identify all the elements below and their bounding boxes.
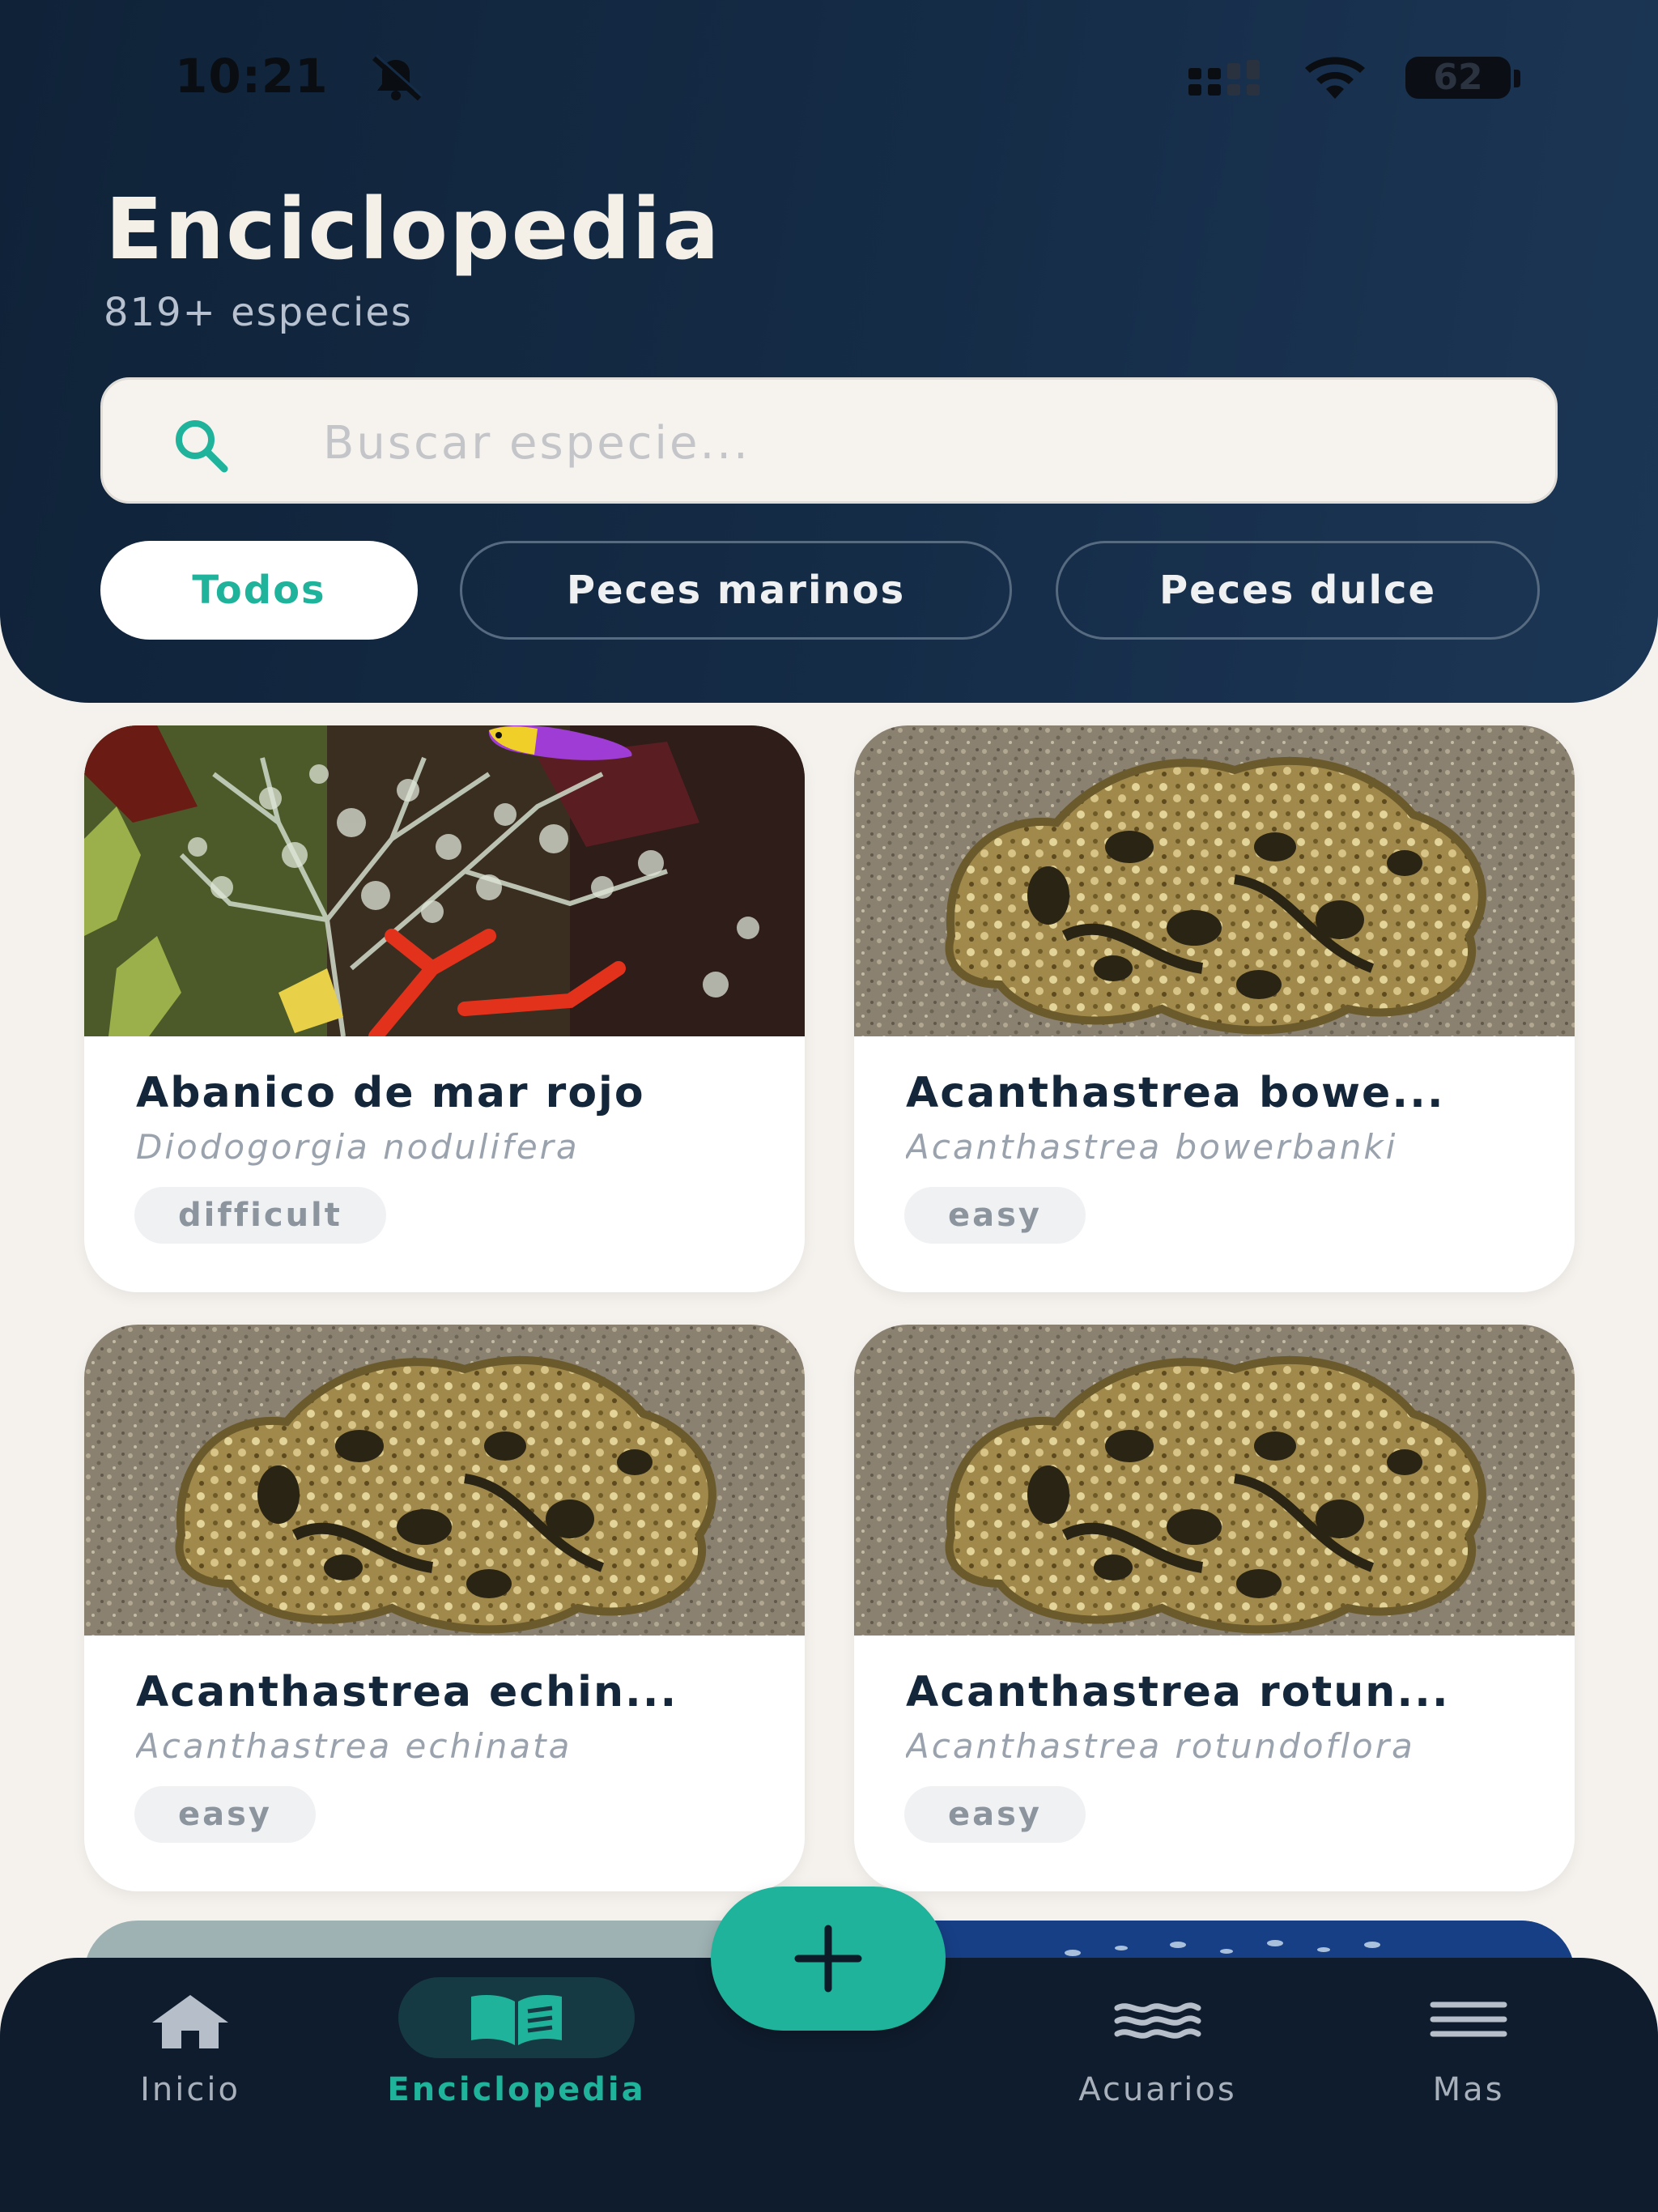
- nav-item-enciclopedia[interactable]: Enciclopedia: [374, 1958, 659, 2136]
- difficulty-badge: easy: [134, 1786, 317, 1843]
- header: 10:21 62 Enciclopedia 819+ especies Busc…: [0, 0, 1658, 703]
- species-count: 819+ especies: [104, 290, 413, 335]
- species-card[interactable]: Acanthastrea rotun... Acanthastrea rotun…: [854, 1325, 1575, 1891]
- species-photo: [854, 725, 1575, 1036]
- nav-item-acuarios[interactable]: Acuarios: [1052, 1958, 1263, 2136]
- nav-label: Acuarios: [1078, 2071, 1237, 2108]
- species-common-name: Abanico de mar rojo: [136, 1069, 645, 1117]
- wifi-icon: [1305, 57, 1365, 99]
- nav-item-inicio[interactable]: Inicio: [121, 1958, 259, 2136]
- encyclopedia-screen: 10:21 62 Enciclopedia 819+ especies Busc…: [0, 0, 1658, 2212]
- nav-item-mas[interactable]: Mas: [1396, 1958, 1541, 2136]
- status-bar: 10:21 62: [0, 49, 1658, 105]
- plus-icon: [794, 1925, 862, 1993]
- filter-chip-peces-dulce[interactable]: Peces dulce: [1056, 541, 1540, 640]
- page-title: Enciclopedia: [105, 180, 721, 279]
- species-photo: [84, 1325, 805, 1636]
- difficulty-badge: easy: [904, 1786, 1086, 1843]
- waves-icon: [1114, 2002, 1201, 2039]
- search-icon: [176, 420, 228, 473]
- species-scientific-name: Acanthastrea echinata: [136, 1726, 572, 1766]
- status-time: 10:21: [175, 49, 329, 104]
- nav-label: Mas: [1432, 2071, 1505, 2108]
- search-box[interactable]: [100, 377, 1558, 504]
- difficulty-badge: easy: [904, 1187, 1086, 1244]
- species-card[interactable]: Acanthastrea bowe... Acanthastrea bowerb…: [854, 725, 1575, 1292]
- home-icon: [152, 1995, 228, 2048]
- species-card[interactable]: Abanico de mar rojo Diodogorgia nodulife…: [84, 725, 805, 1292]
- signal-icon: [1188, 60, 1260, 96]
- bell-muted-icon: [372, 53, 423, 101]
- battery-cap: [1514, 70, 1520, 87]
- difficulty-badge: difficult: [134, 1187, 386, 1244]
- species-scientific-name: Acanthastrea rotundoflora: [906, 1726, 1415, 1766]
- species-scientific-name: Diodogorgia nodulifera: [136, 1127, 580, 1167]
- species-common-name: Acanthastrea rotun...: [906, 1668, 1450, 1716]
- species-card[interactable]: Acanthastrea echin... Acanthastrea echin…: [84, 1325, 805, 1891]
- add-button[interactable]: [711, 1887, 946, 2031]
- search-input[interactable]: [323, 412, 1456, 474]
- species-photo: [854, 1325, 1575, 1636]
- species-photo: [84, 725, 805, 1036]
- species-common-name: Acanthastrea bowe...: [906, 1069, 1445, 1117]
- battery-icon: 62: [1405, 57, 1511, 99]
- filter-chip-peces-marinos[interactable]: Peces marinos: [460, 541, 1012, 640]
- nav-label: Enciclopedia: [387, 2071, 646, 2108]
- filter-chip-todos[interactable]: Todos: [100, 541, 418, 640]
- book-icon: [471, 1995, 562, 2045]
- nav-label: Inicio: [140, 2071, 240, 2108]
- species-common-name: Acanthastrea echin...: [136, 1668, 678, 1716]
- menu-icon: [1430, 2001, 1507, 2037]
- species-scientific-name: Acanthastrea bowerbanki: [906, 1127, 1398, 1167]
